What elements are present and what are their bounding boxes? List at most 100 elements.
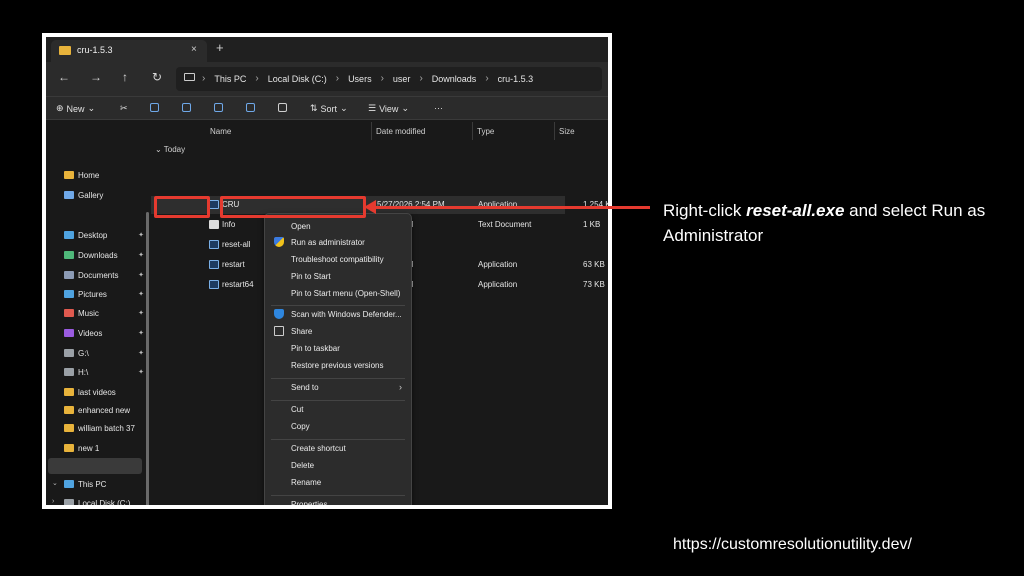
sidebar-item-new-1[interactable]: new 1 [64,441,144,455]
menu-item-send-to[interactable]: Send to [291,383,319,392]
menu-item-create-shortcut[interactable]: Create shortcut [291,444,346,453]
paste-icon[interactable] [182,103,191,112]
menu-item-copy[interactable]: Copy [291,422,310,431]
sidebar-item-music[interactable]: Music ✦ [64,306,144,320]
sort-button[interactable]: ⇅ Sort ⌄ [310,103,348,114]
menu-item-pin-to-start[interactable]: Pin to Start [291,272,331,281]
menu-item-delete[interactable]: Delete [291,461,314,470]
sidebar-item-label: This PC [78,479,107,489]
menu-item-troubleshoot-compatibility[interactable]: Troubleshoot compatibility [291,255,384,264]
music-icon [64,309,74,317]
refresh-icon[interactable]: ↻ [152,70,162,84]
cell-size: 63 KB [583,260,605,269]
column-header-size[interactable]: Size [555,122,608,140]
sidebar-item-h[interactable]: H:\ ✦ [64,365,144,379]
breadcrumb-item[interactable]: This PC [214,74,246,84]
close-icon[interactable]: × [191,44,197,55]
tab-title: cru-1.5.3 [77,45,113,55]
scrollbar[interactable] [146,212,149,505]
sidebar-item-label: new 1 [78,443,100,453]
menu-item-pin-to-taskbar[interactable]: Pin to taskbar [291,344,340,353]
copy-icon[interactable] [150,103,159,112]
pointer-arrow-line [372,206,650,209]
chevron-right-icon: › [399,382,402,392]
drive-icon [64,499,74,505]
sidebar-item-label: Videos [78,328,103,338]
application-icon [209,280,219,289]
sidebar-item-last-videos[interactable]: last videos [64,385,144,399]
sidebar-item-videos[interactable]: Videos ✦ [64,326,144,340]
menu-item-open[interactable]: Open [291,222,311,231]
cell-name: restart [222,260,245,269]
chevron-down-icon[interactable]: ⌄ [52,479,58,487]
column-header-name[interactable]: Name [206,122,372,140]
sidebar-item-documents[interactable]: Documents ✦ [64,268,144,282]
tutorial-slide: cru-1.5.3 × + ← → ↑ ↻ › This PC › Local … [0,0,1024,576]
menu-item-cut[interactable]: Cut [291,405,303,414]
menu-separator [271,400,405,401]
sidebar-item-label: Music [78,308,99,318]
source-url: https://customresolutionutility.dev/ [673,536,912,553]
screenshot-frame: cru-1.5.3 × + ← → ↑ ↻ › This PC › Local … [42,33,612,509]
breadcrumb-item[interactable]: Users [348,74,372,84]
address-bar[interactable]: › This PC › Local Disk (C:) › Users › us… [176,67,602,91]
menu-item-restore-previous-versions[interactable]: Restore previous versions [291,361,383,370]
sidebar-item-desktop[interactable]: Desktop ✦ [64,228,144,242]
sidebar-item-william-batch-37[interactable]: william batch 37 [64,421,144,435]
gallery-icon [64,191,74,199]
forward-icon[interactable]: → [90,70,102,84]
menu-item-pin-to-start-menu-open-shell[interactable]: Pin to Start menu (Open-Shell) [291,289,400,298]
command-bar: ⊕ New ⌄ ✂ ⇅ Sort ⌄ ☰ View ⌄ ··· [46,96,608,120]
delete-icon[interactable] [278,103,287,112]
back-icon[interactable]: ← [58,70,70,84]
videos-icon [64,329,74,337]
menu-separator [271,439,405,440]
view-button[interactable]: ☰ View ⌄ [368,103,409,114]
add-tab-icon[interactable]: + [216,40,224,55]
sidebar-item-label: Desktop [78,230,108,240]
pin-icon: ✦ [138,252,144,259]
sidebar-item-pictures[interactable]: Pictures ✦ [64,287,144,301]
sidebar-item-this-pc[interactable]: This PC [64,477,144,491]
folder-icon [64,424,74,432]
up-icon[interactable]: ↑ [122,70,128,84]
breadcrumb-item[interactable]: Local Disk (C:) [268,74,327,84]
chevron-right-icon[interactable]: › [52,498,54,505]
menu-item-run-as-administrator[interactable]: Run as administrator [291,238,365,247]
sidebar-item-label: last videos [78,387,116,397]
menu-item-properties[interactable]: Properties [291,500,327,505]
menu-item-share[interactable]: Share [291,327,312,336]
cut-icon[interactable]: ✂ [120,103,128,114]
more-options-icon[interactable]: ··· [434,103,443,113]
sidebar-item-downloads[interactable]: Downloads ✦ [64,248,144,262]
cell-size: 1 KB [583,220,601,229]
cell-size: 73 KB [583,280,605,289]
column-header-type[interactable]: Type [473,122,555,140]
breadcrumb-item[interactable]: cru-1.5.3 [498,74,534,84]
group-header-today[interactable]: ⌄ Today [155,145,185,154]
share-icon[interactable] [246,103,255,112]
sidebar-item-label: Pictures [78,289,107,299]
menu-item-scan-with-windows-defender[interactable]: Scan with Windows Defender... [291,310,402,319]
breadcrumb-item[interactable]: Downloads [432,74,477,84]
sidebar-item-g[interactable]: G:\ ✦ [64,346,144,360]
sidebar-item-home[interactable]: Home [64,168,144,182]
chevron-down-icon: ⌄ [87,103,96,113]
sidebar-item-local-disk-c[interactable]: Local Disk (C:) [64,496,144,505]
tab-bar: cru-1.5.3 × + [46,37,608,62]
sidebar-item-gallery[interactable]: Gallery [64,188,144,202]
instruction-caption: Right-click reset-all.exe and select Run… [663,201,986,245]
menu-item-rename[interactable]: Rename [291,478,321,487]
cell-name: restart64 [222,280,254,289]
new-button[interactable]: ⊕ New ⌄ [56,103,95,114]
text-file-icon [209,220,219,229]
breadcrumb-item[interactable]: user [393,74,411,84]
column-header-date[interactable]: Date modified [372,122,473,140]
cell-name: reset-all [222,240,251,249]
sidebar-item-enhanced-new[interactable]: enhanced new [64,403,144,417]
rename-icon[interactable] [214,103,223,112]
run-as-admin-highlight-box [220,196,366,218]
share-icon [274,326,284,336]
application-icon [209,260,219,269]
tab-cru[interactable]: cru-1.5.3 × [51,40,207,62]
